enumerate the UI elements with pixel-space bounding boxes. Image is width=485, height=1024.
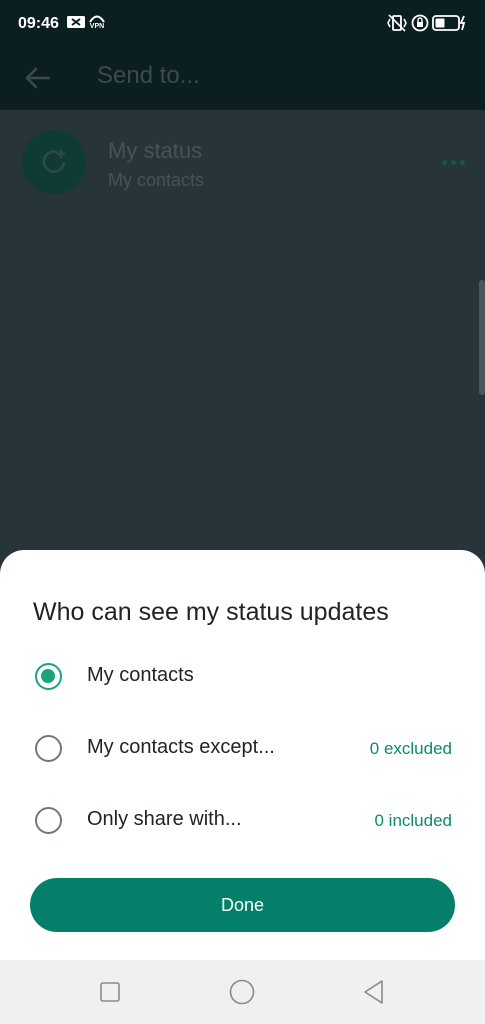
rotation-lock-icon (411, 14, 429, 32)
vibrate-icon (386, 14, 408, 32)
arrow-left-icon (25, 67, 51, 89)
my-status-subtitle: My contacts (108, 170, 205, 190)
system-nav-bar (0, 960, 485, 1024)
recents-button[interactable] (94, 976, 126, 1008)
sheet-title: Who can see my status updates (33, 598, 389, 626)
page-title: Send to... (97, 62, 200, 89)
vpn-label: VPN (89, 23, 105, 30)
status-time: 09:46 (18, 15, 59, 32)
excluded-count: 0 excluded (369, 739, 452, 758)
vpn-icon: VPN (88, 13, 106, 31)
option-my-contacts[interactable]: My contacts (0, 648, 485, 708)
done-button[interactable]: Done (30, 878, 455, 932)
radio-my-contacts-except[interactable] (35, 735, 62, 762)
included-count: 0 included (374, 811, 452, 830)
recents-square-icon (100, 982, 120, 1002)
option-label: My contacts (87, 664, 194, 686)
scrollbar-handle[interactable] (479, 280, 485, 395)
my-status-title: My status (108, 138, 203, 163)
app-bar: Send to... (0, 48, 485, 110)
option-only-share-with[interactable]: Only share with... 0 included (0, 792, 485, 852)
back-button[interactable] (22, 62, 54, 94)
back-triangle-icon (364, 980, 383, 1004)
option-label: My contacts except... (87, 736, 275, 758)
radio-only-share-with[interactable] (35, 807, 62, 834)
more-options-button[interactable] (438, 154, 468, 170)
radio-my-contacts[interactable] (35, 663, 62, 690)
avatar (22, 130, 86, 194)
option-my-contacts-except[interactable]: My contacts except... 0 excluded (0, 720, 485, 780)
mail-x-icon (66, 14, 86, 30)
status-add-icon (42, 150, 66, 173)
status-privacy-sheet: Who can see my status updates My contact… (0, 550, 485, 960)
back-nav-button[interactable] (358, 976, 390, 1008)
option-label: Only share with... (87, 808, 242, 830)
my-status-row[interactable]: My status My contacts (0, 110, 485, 220)
home-button[interactable] (226, 976, 258, 1008)
home-circle-icon (229, 979, 255, 1005)
more-horizontal-icon (441, 159, 447, 165)
battery-charging-icon (432, 14, 468, 32)
status-bar: 09:46 VPN (0, 0, 485, 48)
